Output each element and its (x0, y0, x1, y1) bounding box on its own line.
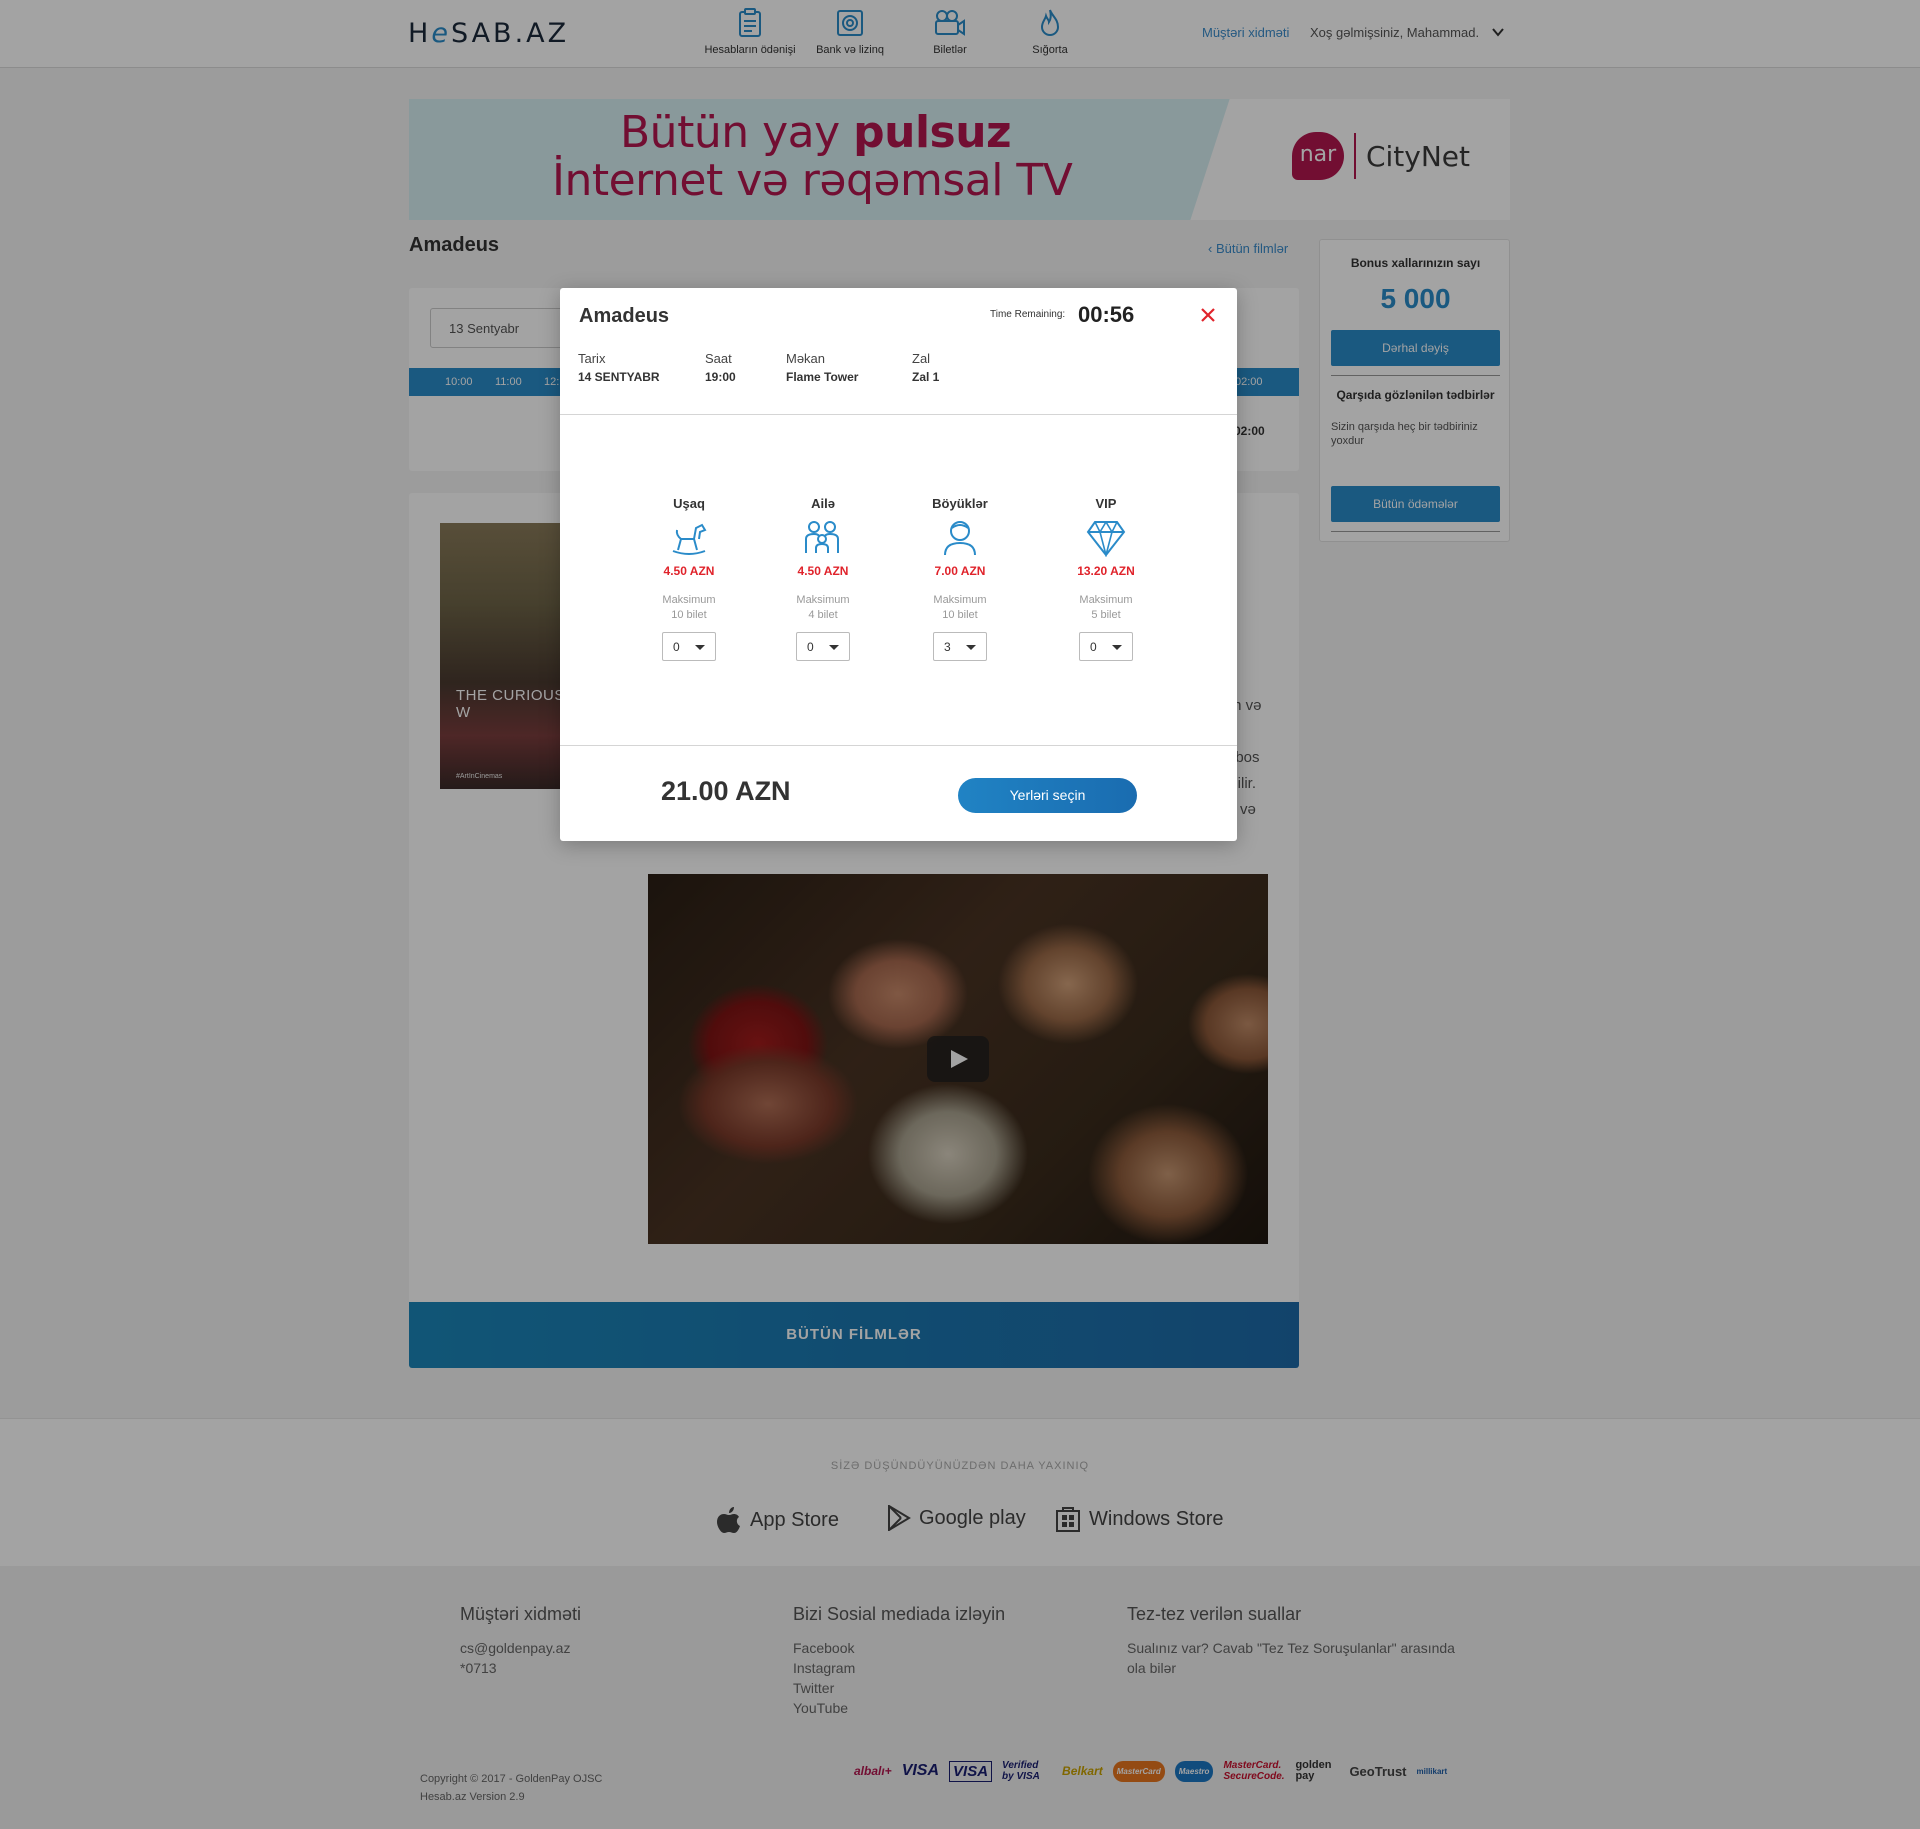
order-total: 21.00 AZN (661, 776, 791, 806)
info-time-value: 19:00 (705, 370, 736, 384)
modal-title: Amadeus (579, 305, 670, 327)
modal-backdrop[interactable] (0, 0, 1920, 1829)
ticket-quantity-select[interactable]: 0 (796, 632, 850, 661)
time-remaining-value: 00:56 (1078, 302, 1135, 327)
ticket-selection-modal: Amadeus Time Remaining: 00:56 Tarix 14 S… (560, 288, 1237, 841)
ticket-type-adult: Böyüklər 7.00 AZN Maksimum 10 bilet 3 (900, 496, 1020, 661)
caret-down-icon (1112, 645, 1122, 650)
info-hall-value: Zal 1 (912, 370, 940, 384)
selected-quantity: 0 (807, 640, 814, 654)
max-count: 10 bilet (942, 609, 978, 621)
diamond-icon (1086, 521, 1126, 559)
ticket-price: 13.20 AZN (1077, 564, 1135, 578)
selected-quantity: 0 (1090, 640, 1097, 654)
ticket-price: 4.50 AZN (663, 564, 715, 578)
ticket-max: Maksimum 5 bilet (1046, 593, 1166, 623)
ticket-name: Ailə (811, 496, 835, 511)
select-seats-button[interactable]: Yerləri seçin (958, 778, 1137, 813)
modal-divider (560, 414, 1237, 415)
max-count: 4 bilet (808, 609, 838, 621)
info-date-value: 14 SENTYABR (578, 370, 660, 384)
max-count: 10 bilet (671, 609, 707, 621)
ticket-name: VIP (1095, 496, 1117, 511)
ticket-price: 7.00 AZN (934, 564, 986, 578)
info-venue-label: Məkan (786, 351, 826, 366)
selected-quantity: 3 (944, 640, 951, 654)
max-label: Maksimum (1079, 594, 1133, 606)
max-label: Maksimum (933, 594, 987, 606)
ticket-name: Uşaq (673, 496, 705, 511)
ticket-type-vip: VIP 13.20 AZN Maksimum 5 bilet 0 (1046, 496, 1166, 661)
ticket-type-child: Uşaq 4.50 AZN Maksimum 10 bilet 0 (629, 496, 749, 661)
ticket-max: Maksimum 10 bilet (629, 593, 749, 623)
max-label: Maksimum (796, 594, 850, 606)
info-venue-value: Flame Tower (786, 370, 859, 384)
ticket-quantity-select[interactable]: 0 (1079, 632, 1133, 661)
info-hall-label: Zal (912, 351, 931, 366)
ticket-price: 4.50 AZN (797, 564, 849, 578)
caret-down-icon (695, 645, 705, 650)
modal-divider (560, 745, 1237, 746)
caret-down-icon (966, 645, 976, 650)
selected-quantity: 0 (673, 640, 680, 654)
caret-down-icon (829, 645, 839, 650)
ticket-name: Böyüklər (932, 496, 988, 511)
rocking-horse-icon (672, 523, 707, 555)
max-label: Maksimum (662, 594, 716, 606)
info-time-label: Saat (705, 351, 732, 366)
ticket-max: Maksimum 10 bilet (900, 593, 1020, 623)
ticket-quantity-select[interactable]: 3 (933, 632, 987, 661)
close-icon[interactable] (1197, 304, 1219, 326)
ticket-quantity-select[interactable]: 0 (662, 632, 716, 661)
ticket-max: Maksimum 4 bilet (763, 593, 883, 623)
adult-person-icon (944, 521, 976, 556)
max-count: 5 bilet (1091, 609, 1121, 621)
family-icon (805, 521, 839, 553)
ticket-type-family: Ailə 4.50 AZN Maksimum 4 bilet 0 (763, 496, 883, 661)
info-date-label: Tarix (578, 351, 606, 366)
time-remaining-label: Time Remaining: (990, 309, 1066, 320)
